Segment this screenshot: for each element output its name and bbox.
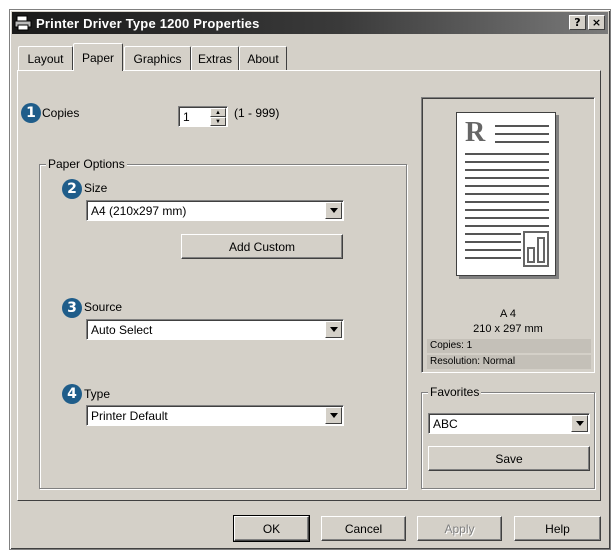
preview-letter: R bbox=[465, 117, 486, 148]
tab-graphics[interactable]: Graphics bbox=[124, 46, 191, 70]
title-bar[interactable]: Printer Driver Type 1200 Properties ? × bbox=[12, 12, 608, 34]
spin-down-arrow-icon[interactable]: ▼ bbox=[210, 117, 226, 126]
paper-options-group: Paper Options 2 Size A4 (210x297 mm) Add… bbox=[39, 157, 407, 489]
resolution-info: Resolution: Normal bbox=[427, 355, 591, 369]
type-value: Printer Default bbox=[91, 409, 168, 423]
copies-range: (1 - 999) bbox=[234, 106, 280, 120]
source-value: Auto Select bbox=[91, 323, 153, 337]
close-button[interactable]: × bbox=[588, 15, 605, 30]
copies-label: Copies bbox=[42, 106, 80, 120]
callout-3-badge: 3 bbox=[62, 298, 82, 318]
paper-preview: R A 4 210 x 297 mm Copies: 1 Resolution:… bbox=[421, 97, 595, 373]
ok-button[interactable]: OK bbox=[233, 515, 310, 542]
spin-up-arrow-icon[interactable]: ▲ bbox=[210, 108, 226, 117]
paper-tab-panel: 1 Copies 1 ▲ ▼ (1 - 999) Paper Options 2… bbox=[17, 70, 601, 501]
help-button[interactable]: Help bbox=[514, 516, 601, 541]
copies-info: Copies: 1 bbox=[427, 339, 591, 353]
add-custom-button[interactable]: Add Custom bbox=[181, 234, 343, 259]
favorites-select[interactable]: ABC bbox=[428, 413, 590, 434]
paper-name: A 4 bbox=[500, 308, 516, 320]
apply-button[interactable]: Apply bbox=[417, 516, 502, 541]
favorites-group: Favorites ABC Save bbox=[421, 385, 595, 489]
size-value: A4 (210x297 mm) bbox=[91, 204, 187, 218]
properties-dialog: Printer Driver Type 1200 Properties ? × … bbox=[9, 9, 611, 550]
size-select[interactable]: A4 (210x297 mm) bbox=[86, 200, 344, 221]
type-select[interactable]: Printer Default bbox=[86, 405, 344, 426]
copies-spinner[interactable]: 1 ▲ ▼ bbox=[178, 106, 228, 127]
callout-1-badge: 1 bbox=[21, 103, 41, 123]
size-label: Size bbox=[84, 181, 108, 195]
tab-paper[interactable]: Paper bbox=[73, 43, 123, 71]
paper-options-title: Paper Options bbox=[46, 157, 127, 171]
callout-2-badge: 2 bbox=[62, 179, 82, 199]
help-title-button[interactable]: ? bbox=[569, 15, 586, 30]
save-favorite-button[interactable]: Save bbox=[428, 446, 590, 471]
tab-extras[interactable]: Extras bbox=[191, 46, 239, 70]
chevron-down-icon[interactable] bbox=[571, 415, 588, 432]
tab-about[interactable]: About bbox=[239, 46, 287, 70]
callout-4-badge: 4 bbox=[62, 384, 82, 404]
window-title: Printer Driver Type 1200 Properties bbox=[36, 15, 260, 31]
copies-value[interactable]: 1 bbox=[183, 110, 190, 124]
chevron-down-icon[interactable] bbox=[325, 202, 342, 219]
cancel-button[interactable]: Cancel bbox=[321, 516, 406, 541]
page-preview-image: R bbox=[456, 112, 556, 276]
chevron-down-icon[interactable] bbox=[325, 407, 342, 424]
paper-dimensions: 210 x 297 mm bbox=[473, 323, 543, 335]
source-select[interactable]: Auto Select bbox=[86, 319, 344, 340]
source-label: Source bbox=[84, 300, 123, 314]
favorites-title: Favorites bbox=[428, 385, 482, 399]
favorites-value: ABC bbox=[433, 417, 458, 431]
chevron-down-icon[interactable] bbox=[325, 321, 342, 338]
printer-icon bbox=[12, 12, 34, 34]
preview-chart-icon bbox=[523, 231, 549, 267]
tab-layout[interactable]: Layout bbox=[18, 46, 73, 70]
type-label: Type bbox=[84, 387, 111, 401]
